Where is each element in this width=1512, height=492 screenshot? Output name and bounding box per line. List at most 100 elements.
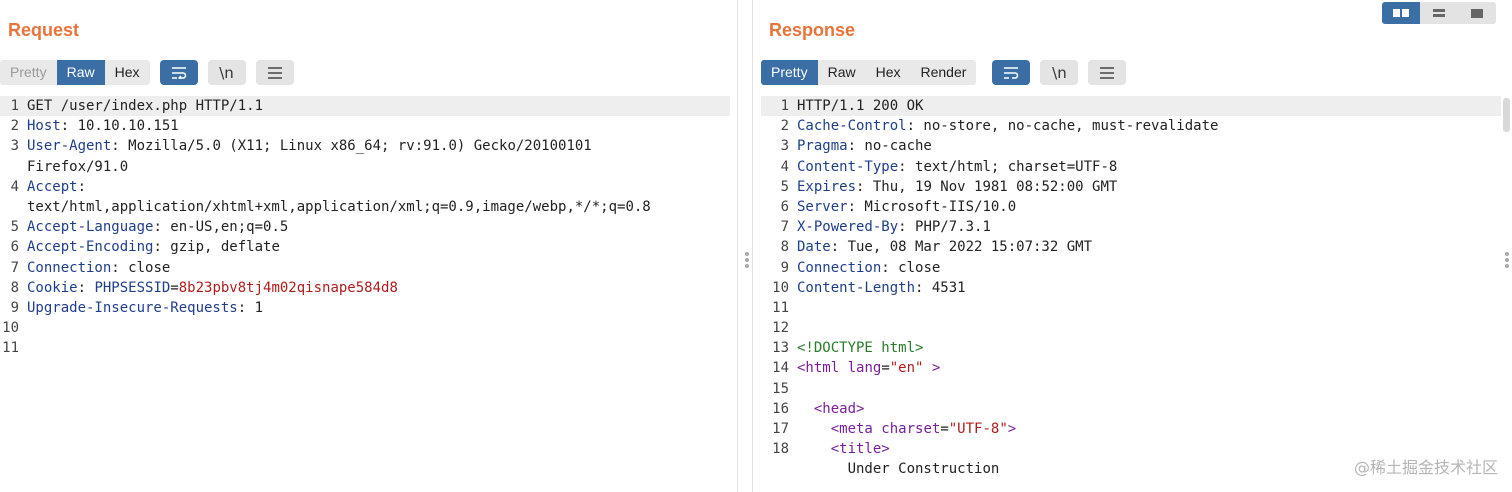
code-line: 4 Accept: [0,177,730,197]
tab-pretty[interactable]: Pretty [0,60,57,85]
line-number: 1 [10,98,19,114]
line-text: Content-Type: text/html; charset=UTF-8 [789,157,1117,177]
header-value: : Mozilla/5.0 (X11; Linux x86_64; rv:91.… [111,138,592,155]
header-name: X-Powered-By [797,219,899,236]
request-editor[interactable]: 1 GET /user/index.php HTTP/1.1 2 Host: 10.1… [0,96,730,358]
show-newlines-button[interactable]: \n [207,60,246,85]
html-equals: = [881,360,890,377]
watermark: @稀土掘金技术社区 [1353,458,1498,477]
line-text [789,318,797,338]
tab-hex[interactable]: Hex [104,60,150,85]
layout-switch [1382,2,1496,24]
line-text: <meta charset="UTF-8"> [789,419,1016,439]
line-number: 9 [10,299,19,316]
code-line: 10 [0,318,730,338]
html-tag: <html [797,360,840,377]
line-number: 2 [780,118,789,135]
right-edge-handle[interactable] [1505,250,1511,270]
code-line: 9 Connection: close [761,258,1501,278]
line-number: 4 [10,178,19,195]
request-title: Request [8,20,80,40]
line-number: 16 [772,400,789,417]
menu-button[interactable] [1088,60,1127,85]
tab-pretty[interactable]: Pretty [761,60,818,85]
wrap-lines-button[interactable] [159,60,198,85]
line-number: 2 [10,118,19,135]
header-separator: : [77,279,95,296]
line-number: 18 [772,441,789,458]
header-value: : [77,178,87,195]
line-number: 7 [10,259,19,276]
header-value: HTTP/1.1 200 OK [797,98,924,114]
line-number: 15 [772,380,789,397]
layout-stacked-button[interactable] [1420,2,1458,24]
line-number: 10 [2,320,19,337]
line-text: Accept: [19,177,86,197]
cookie-value: 8b23pbv8tj4m02qisnape584d8 [178,279,398,296]
line-number: 6 [780,198,789,215]
header-value: : text/html; charset=UTF-8 [898,158,1118,175]
header-name: Connection [797,259,882,276]
line-text [789,298,797,318]
code-line: 1 GET /user/index.php HTTP/1.1 [0,96,730,117]
line-text: Connection: close [19,258,170,278]
line-text: <title> [789,439,890,459]
header-value: : close [881,259,941,276]
header-name: Pragma [797,138,848,155]
html-text: Under Construction [847,461,1000,478]
header-name: Cookie [27,279,78,296]
request-pane: Request Pretty Raw Hex \n 1 GET /user/ind… [0,0,738,492]
header-value: text/html,application/xhtml+xml,applicat… [27,198,651,215]
tab-render[interactable]: Render [910,60,977,85]
tab-raw[interactable]: Raw [56,60,105,85]
code-line: 13 <!DOCTYPE html> [761,338,1501,358]
menu-icon [1100,66,1115,79]
line-text: <html lang="en" > [789,358,940,378]
code-line: 5 Expires: Thu, 19 Nov 1981 08:52:00 GMT [761,177,1501,197]
code-line: 3 Pragma: no-cache [761,136,1501,156]
layout-side-by-side-button[interactable] [1382,2,1420,24]
line-text: Firefox/91.0 [19,157,128,177]
pane-splitter-handle[interactable] [745,250,751,270]
line-text: HTTP/1.1 200 OK [789,96,923,116]
code-line: 12 [761,318,1501,338]
line-number: 8 [10,279,19,296]
wrap-lines-button[interactable] [992,60,1031,85]
code-line: 8 Cookie: PHPSESSID=8b23pbv8tj4m02qisnape… [0,278,730,298]
html-attribute-value: "UTF-8" [948,421,1008,437]
line-number: 6 [10,239,19,256]
show-newlines-button[interactable]: \n [1040,60,1079,85]
line-text: <!DOCTYPE html> [789,338,923,358]
header-name: Date [797,239,831,256]
line-text: <head> [789,399,865,419]
line-text: Under Construction [789,459,1000,479]
menu-button[interactable] [255,60,294,85]
html-attribute: lang [839,360,882,377]
line-text [19,338,27,358]
line-number: 1 [780,98,789,114]
header-value: : 4531 [915,279,966,296]
line-number: 9 [780,259,789,276]
header-value: : en-US,en;q=0.5 [153,219,289,236]
layout-tabs-button[interactable] [1458,2,1496,24]
code-line: 14 <html lang="en" > [761,358,1501,378]
response-editor[interactable]: 1 HTTP/1.1 200 OK 2 Cache-Control: no-store… [761,96,1501,480]
response-scrollbar-thumb[interactable] [1503,98,1510,132]
code-line: 0text/html,application/xhtml+xml,applica… [0,197,730,217]
response-view-tabs: Pretty Raw Hex Render [761,60,977,85]
html-tag: <head> [813,400,865,417]
tab-hex[interactable]: Hex [865,60,911,85]
menu-icon [267,66,282,79]
response-toolbar: Pretty Raw Hex Render \n [761,60,1127,85]
tab-raw[interactable]: Raw [817,60,866,85]
line-number: 8 [780,239,789,256]
header-name: Connection [27,259,112,276]
header-value: : no-store, no-cache, must-revalidate [906,118,1219,135]
line-text [789,379,797,399]
html-attribute: charset [872,421,941,437]
header-value: : Tue, 08 Mar 2022 15:07:32 GMT [830,239,1093,256]
code-line: 0Firefox/91.0 [0,157,730,177]
code-line: 7 X-Powered-By: PHP/7.3.1 [761,217,1501,237]
line-text: Date: Tue, 08 Mar 2022 15:07:32 GMT [789,237,1092,257]
